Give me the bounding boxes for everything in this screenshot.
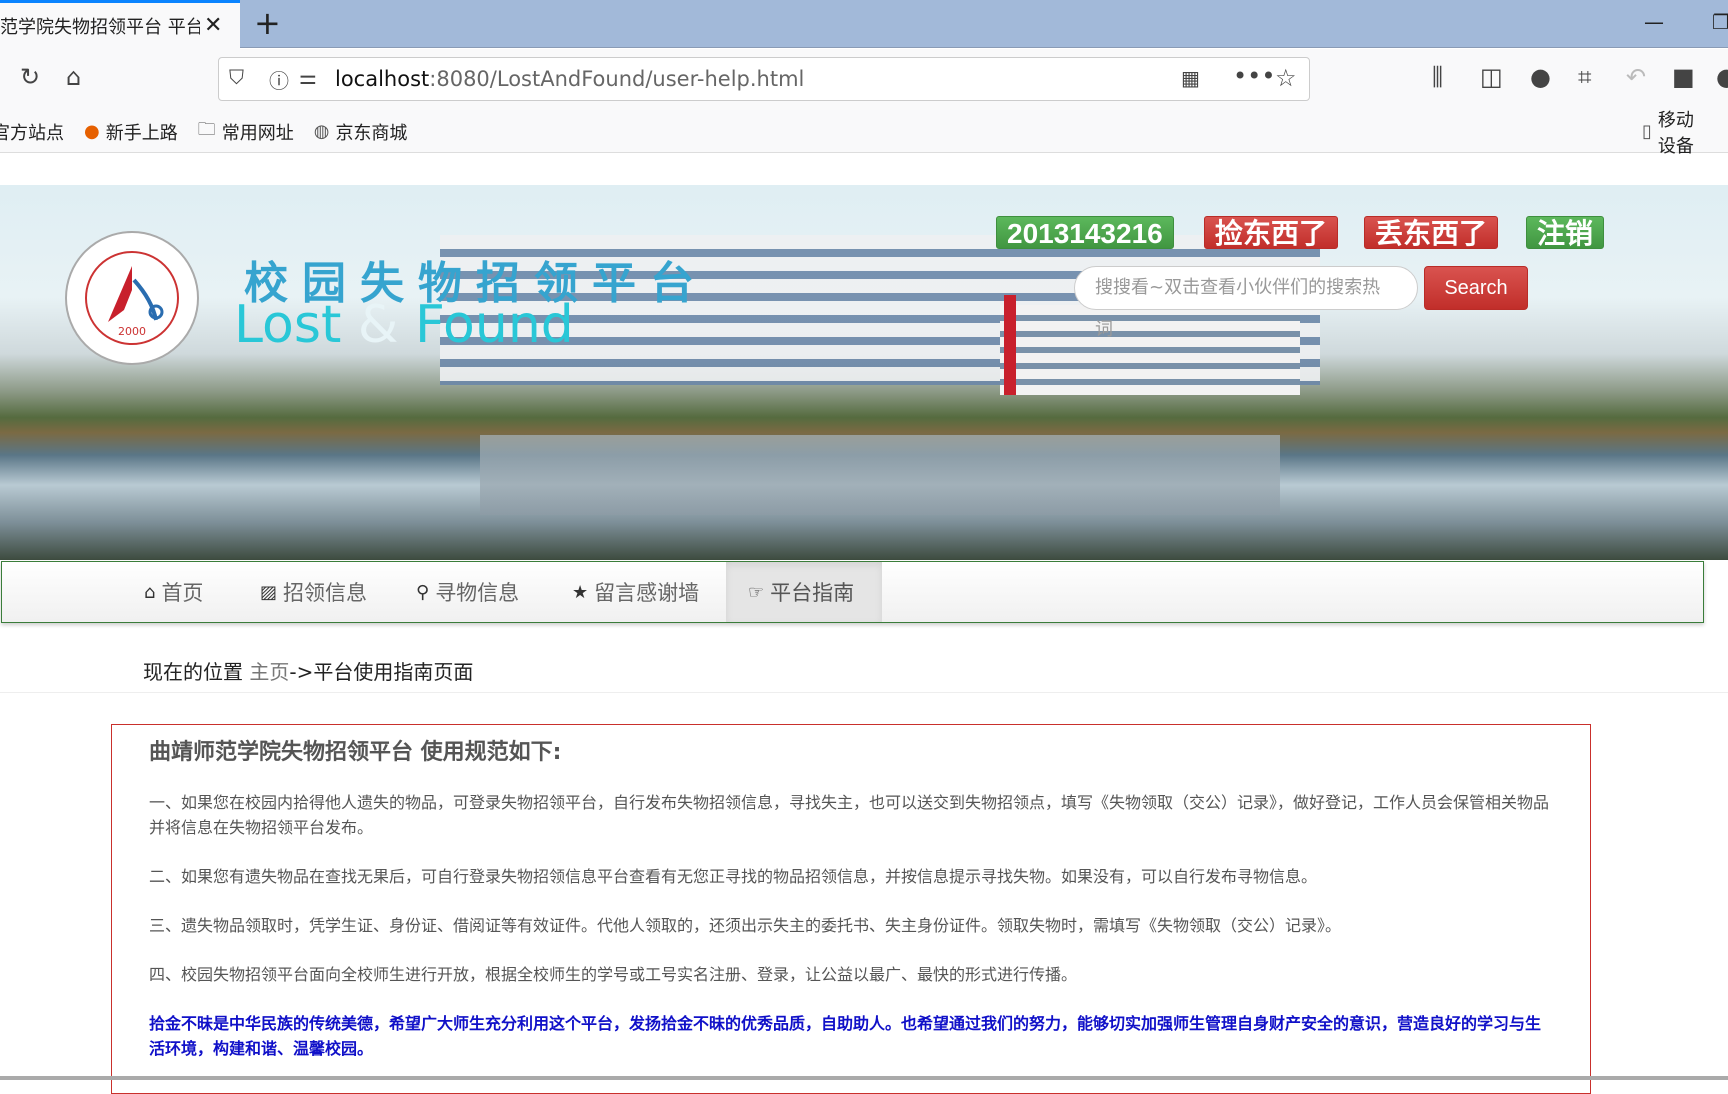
guide-closing: 拾金不昧是中华民族的传统美德，希望广大师生充分利用这个平台，发扬拾金不昧的优秀品… [149,1014,1542,1058]
home-icon[interactable]: ⌂ [66,63,81,91]
search-button[interactable]: Search [1424,266,1528,310]
nav-item-guide[interactable]: ☞ 平台指南 [726,562,882,622]
guide-paragraph: 二、如果您有遗失物品在查找无果后，可自行登录失物招领信息平台查看有无您正寻找的物… [149,867,1318,886]
nav-label: 平台指南 [770,581,855,605]
search-input[interactable]: 搜搜看~双击查看小伙伴们的搜索热词 [1074,266,1418,340]
bookmark-label: 常用网址 [221,122,294,144]
account-icon[interactable]: ● [1530,63,1551,91]
lost-item-button[interactable]: 丢东西了 [1364,216,1499,249]
site-title-en: Lost & Found [234,295,574,355]
reload-icon[interactable]: ↻ [20,63,40,91]
mobile-icon: ▯ [1642,121,1652,142]
search-icon: ⚲ [416,581,430,603]
nav-item-home[interactable]: ⌂ 首页 [122,562,225,622]
breadcrumb-home-link[interactable]: 主页 [249,660,289,684]
breadcrumb-prefix: 现在的位置 [143,660,250,684]
guide-paragraph: 四、校园失物招领平台面向全校师生进行开放，根据全校师生的学号或工号实名注册、登录… [149,965,1078,984]
bookmark-label: 官方站点 [0,122,64,144]
sidebar-icon[interactable]: ◫ [1480,63,1503,91]
restore-icon[interactable]: ❐ [1712,10,1728,34]
screenshot-crop-icon[interactable]: ⌗ [1578,63,1592,91]
tab-title: 范学院失物招领平台 平台 [0,17,200,38]
bookmark-item[interactable]: ◍ 京东商城 [314,119,408,145]
home-icon: ⌂ [144,581,156,603]
user-id-button[interactable]: 2013143216 [996,216,1174,249]
minimize-icon[interactable]: — [1644,10,1664,34]
globe-icon: ◍ [313,121,330,142]
bookmark-label: 移动设备 [1657,109,1694,157]
banner-water [480,435,1280,515]
svg-text:2000: 2000 [118,325,146,338]
more-icon[interactable]: ••• [1233,62,1275,90]
browser-tab[interactable]: 范学院失物招领平台 平台 ✕ [0,0,240,49]
nav-label: 寻物信息 [435,581,520,605]
undo-icon[interactable]: ↶ [1626,63,1646,91]
header-banner: 2000 校园失物招领平台 Lost & Found 2013143216 捡东… [0,185,1728,560]
url-path: :8080/LostAndFound/user-help.html [429,67,805,91]
library-icon[interactable]: ⫼ [1432,63,1443,91]
permissions-icon[interactable]: ⚌ [299,65,317,89]
title-en-amp: & [357,295,399,355]
folder-icon: 🗀 [197,118,216,140]
found-item-button[interactable]: 捡东西了 [1204,216,1339,249]
title-en-lost: Lost [234,295,342,355]
nav-item-lost-info[interactable]: ⚲ 寻物信息 [394,562,541,622]
guide-paragraph: 三、遗失物品领取时，凭学生证、身份证、借阅证等有效证件。代他人领取的，还须出示失… [149,916,1342,935]
divider [0,692,1728,693]
url-text[interactable]: localhost:8080/LostAndFound/user-help.ht… [335,67,804,91]
main-nav: ⌂ 首页 ▨ 招领信息 ⚲ 寻物信息 ★ 留言感谢墙 ☞ 平台指南 [1,561,1704,623]
horizontal-scrollbar[interactable] [0,1076,1728,1080]
picture-icon: ▨ [260,581,278,603]
bookmarks-bar: 官方站点 ● 新手上路 🗀 常用网址 ◍ 京东商城 ▯ 移动设备 [0,110,1728,157]
nav-label: 留言感谢墙 [594,581,700,605]
new-tab-icon[interactable]: + [254,4,281,42]
bookmark-label: 京东商城 [335,122,408,144]
nav-label: 首页 [161,581,204,605]
firefox-icon: ● [84,121,100,142]
star-icon: ★ [572,581,589,603]
extension-icon[interactable]: ■ [1672,63,1695,91]
address-bar[interactable]: ⛉ ⓘ ⚌ localhost:8080/LostAndFound/user-h… [218,57,1310,101]
breadcrumb-current: ->平台使用指南页面 [289,660,474,684]
shield-icon[interactable]: ⛉ [229,65,244,89]
tab-strip: 范学院失物招领平台 平台 ✕ + — ❐ [0,0,1728,49]
bookmark-label: 新手上路 [105,122,178,144]
guide-heading: 曲靖师范学院失物招领平台 使用规范如下: [149,740,562,765]
guide-panel: 曲靖师范学院失物招领平台 使用规范如下: 一、如果您在校园内拾得他人遗失的物品，… [111,724,1591,1094]
bookmark-item[interactable]: 官方站点 [0,119,64,145]
breadcrumb: 现在的位置 主页->平台使用指南页面 [143,656,473,685]
logout-button[interactable]: 注销 [1526,216,1605,249]
university-logo: 2000 [65,231,199,365]
qr-code-icon[interactable]: ▦ [1181,66,1200,90]
nav-item-found-info[interactable]: ▨ 招领信息 [238,562,389,622]
extension-2-icon[interactable]: ● [1716,63,1728,91]
bookmark-star-icon[interactable]: ☆ [1275,64,1297,92]
close-tab-icon[interactable]: ✕ [204,13,222,38]
mobile-bookmarks[interactable]: ▯ 移动设备 [1642,106,1708,158]
guide-paragraph: 一、如果您在校园内拾得他人遗失的物品，可登录失物招领平台，自行发布失物招领信息，… [149,793,1550,837]
url-host: localhost [335,67,430,91]
info-icon[interactable]: ⓘ [269,65,289,94]
hand-right-icon: ☞ [748,581,765,603]
banner-decoration [1004,295,1016,395]
title-en-found: Found [414,295,574,355]
bookmark-item[interactable]: ● 新手上路 [84,119,178,145]
bookmark-folder[interactable]: 🗀 常用网址 [198,117,294,147]
nav-item-thanks-wall[interactable]: ★ 留言感谢墙 [550,562,721,622]
nav-label: 招领信息 [283,581,368,605]
banner-building [1000,305,1300,395]
nav-toolbar: ↻ ⌂ ⛉ ⓘ ⚌ localhost:8080/LostAndFound/us… [0,49,1728,111]
